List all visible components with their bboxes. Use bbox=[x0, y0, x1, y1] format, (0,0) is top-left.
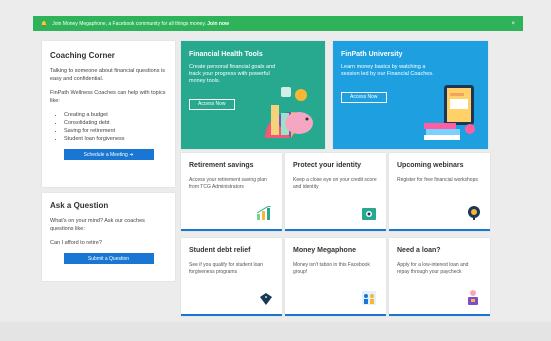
coaching-corner-card: Coaching Corner Talking to someone about… bbox=[42, 41, 175, 187]
access-now-button[interactable]: Access Now bbox=[189, 98, 235, 110]
access-now-button[interactable]: Access Now bbox=[341, 91, 387, 103]
banner-message: Join Money Megaphone, a Facebook communi… bbox=[52, 20, 229, 27]
bell-icon: 🔔 bbox=[41, 20, 48, 27]
coaching-topics: Creating a budget Consolidating debt Sav… bbox=[50, 111, 167, 143]
tile-title: FinPath University bbox=[341, 51, 403, 58]
piggy-bank-icon bbox=[264, 87, 313, 138]
card-text: Apply for a low-interest loan and repay … bbox=[397, 262, 469, 275]
topic-item: Consolidating debt bbox=[64, 119, 167, 127]
chart-icon bbox=[256, 206, 272, 220]
card-title: Retirement savings bbox=[189, 162, 254, 169]
retirement-savings-card[interactable]: Retirement savings Access your retiremen… bbox=[181, 153, 282, 231]
need-a-loan-card[interactable]: Need a loan? Apply for a low-interest lo… bbox=[389, 238, 490, 316]
graduation-icon bbox=[260, 293, 272, 305]
ask-question-card: Ask a Question What's on your mind? Ask … bbox=[42, 193, 175, 281]
card-title: Student debt relief bbox=[189, 247, 251, 254]
coaching-subtext: FinPath Wellness Coaches can help with t… bbox=[50, 90, 166, 104]
card-title: Upcoming webinars bbox=[397, 162, 464, 169]
card-title: Need a loan? bbox=[397, 247, 441, 254]
card-title: Money Megaphone bbox=[293, 247, 357, 254]
announcement-banner: 🔔 Join Money Megaphone, a Facebook commu… bbox=[33, 16, 523, 31]
tablet-books-icon bbox=[424, 85, 475, 140]
tile-text: Create personal financial goals and trac… bbox=[189, 64, 276, 84]
community-icon bbox=[362, 291, 376, 305]
finpath-university-tile[interactable]: FinPath University Learn money basics by… bbox=[333, 41, 488, 149]
webinar-icon bbox=[468, 206, 480, 220]
upcoming-webinars-card[interactable]: Upcoming webinars Register for free fina… bbox=[389, 153, 490, 231]
financial-health-tools-tile[interactable]: Financial Health Tools Create personal f… bbox=[181, 41, 325, 149]
ask-example: Can I afford to retire? bbox=[50, 240, 102, 246]
id-card-icon bbox=[362, 208, 376, 220]
topic-item: Creating a budget bbox=[64, 111, 167, 119]
tile-text: Learn money basics by watching a session… bbox=[341, 64, 434, 77]
protect-identity-card[interactable]: Protect your identity Keep a close eye o… bbox=[285, 153, 386, 231]
card-title: Protect your identity bbox=[293, 162, 362, 169]
card-text: Access your retirement saving plan from … bbox=[189, 177, 267, 190]
submit-question-button[interactable]: Submit a Question bbox=[63, 253, 154, 264]
close-icon[interactable]: × bbox=[511, 21, 515, 27]
ask-title: Ask a Question bbox=[50, 201, 109, 210]
coaching-title: Coaching Corner bbox=[50, 51, 115, 60]
ask-text: What's on your mind? Ask our coaches que… bbox=[50, 218, 145, 232]
student-debt-relief-card[interactable]: Student debt relief See if you qualify f… bbox=[181, 238, 282, 316]
topic-item: Student loan forgiveness bbox=[64, 135, 167, 143]
card-text: Keep a close eye on your credit score an… bbox=[293, 177, 377, 190]
loan-icon bbox=[468, 290, 478, 305]
schedule-meeting-button[interactable]: Schedule a Meeting ➜ bbox=[63, 149, 154, 160]
money-megaphone-card[interactable]: Money Megaphone Money isn't taboo in thi… bbox=[285, 238, 386, 316]
coaching-intro: Talking to someone about financial quest… bbox=[50, 68, 165, 82]
card-text: Register for free financial workshops bbox=[397, 177, 478, 183]
page-footer-band bbox=[0, 322, 551, 341]
card-text: See if you qualify for student loan forg… bbox=[189, 262, 263, 275]
tile-title: Financial Health Tools bbox=[189, 51, 263, 58]
join-now-link[interactable]: Join now bbox=[207, 21, 229, 27]
card-text: Money isn't taboo in this Facebook group… bbox=[293, 262, 370, 275]
topic-item: Saving for retirement bbox=[64, 127, 167, 135]
